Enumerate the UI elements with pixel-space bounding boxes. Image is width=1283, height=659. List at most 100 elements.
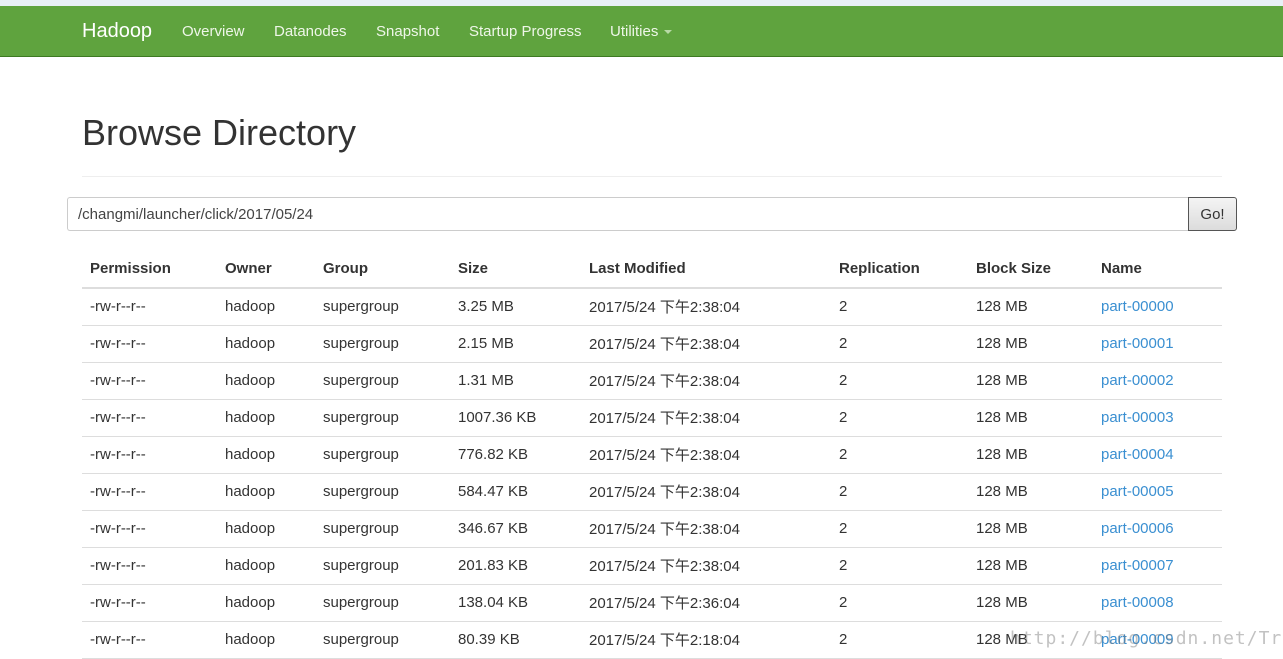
cell-name: part-00007 — [1093, 547, 1222, 585]
column-header-block-size[interactable]: Block Size — [968, 250, 1093, 289]
cell-owner: hadoop — [217, 288, 315, 326]
cell-owner: hadoop — [217, 325, 315, 363]
cell-owner: hadoop — [217, 621, 315, 659]
cell-replication: 2 — [831, 584, 968, 622]
cell-block-size: 128 MB — [968, 288, 1093, 326]
file-name-link[interactable]: part-00009 — [1101, 631, 1174, 648]
table-row: -rw-r--r-- hadoop supergroup 584.47 KB 2017/… — [82, 473, 1222, 511]
cell-block-size: 128 MB — [968, 510, 1093, 548]
table-row: -rw-r--r-- hadoop supergroup 80.39 KB 2017/5… — [82, 621, 1222, 659]
file-name-link[interactable]: part-00007 — [1101, 557, 1174, 574]
cell-size: 776.82 KB — [450, 436, 581, 474]
cell-replication: 2 — [831, 473, 968, 511]
cell-name: part-00002 — [1093, 362, 1222, 400]
file-name-link[interactable]: part-00002 — [1101, 372, 1174, 389]
cell-group: supergroup — [315, 621, 450, 659]
cell-replication: 2 — [831, 288, 968, 326]
cell-permission: -rw-r--r-- — [82, 362, 217, 400]
cell-replication: 2 — [831, 325, 968, 363]
table-row: -rw-r--r-- hadoop supergroup 138.04 KB 2017/… — [82, 584, 1222, 622]
column-header-last-modified[interactable]: Last Modified — [581, 250, 831, 289]
cell-permission: -rw-r--r-- — [82, 473, 217, 511]
go-button[interactable]: Go! — [1188, 197, 1237, 231]
nav-item-snapshot[interactable]: Snapshot — [376, 23, 439, 41]
cell-owner: hadoop — [217, 510, 315, 548]
column-header-name[interactable]: Name — [1093, 250, 1222, 289]
cell-size: 584.47 KB — [450, 473, 581, 511]
cell-name: part-00001 — [1093, 325, 1222, 363]
cell-permission: -rw-r--r-- — [82, 325, 217, 363]
cell-last-modified: 2017/5/24 下午2:38:04 — [581, 288, 831, 326]
column-header-group[interactable]: Group — [315, 250, 450, 289]
file-table-body: -rw-r--r-- hadoop supergroup 3.25 MB 2017/5/… — [82, 288, 1222, 659]
cell-last-modified: 2017/5/24 下午2:38:04 — [581, 473, 831, 511]
cell-name: part-00003 — [1093, 399, 1222, 437]
cell-group: supergroup — [315, 288, 450, 326]
brand-link[interactable]: Hadoop — [82, 20, 152, 43]
table-row: -rw-r--r-- hadoop supergroup 3.25 MB 2017/5/… — [82, 288, 1222, 326]
cell-size: 1007.36 KB — [450, 399, 581, 437]
file-name-link[interactable]: part-00008 — [1101, 594, 1174, 611]
column-header-permission[interactable]: Permission — [82, 250, 217, 289]
file-name-link[interactable]: part-00004 — [1101, 446, 1174, 463]
column-header-owner[interactable]: Owner — [217, 250, 315, 289]
cell-permission: -rw-r--r-- — [82, 510, 217, 548]
directory-path-input[interactable] — [67, 197, 1189, 231]
cell-last-modified: 2017/5/24 下午2:38:04 — [581, 547, 831, 585]
file-name-link[interactable]: part-00001 — [1101, 335, 1174, 352]
cell-name: part-00009 — [1093, 621, 1222, 659]
cell-last-modified: 2017/5/24 下午2:38:04 — [581, 436, 831, 474]
cell-name: part-00008 — [1093, 584, 1222, 622]
cell-replication: 2 — [831, 362, 968, 400]
cell-group: supergroup — [315, 510, 450, 548]
cell-last-modified: 2017/5/24 下午2:38:04 — [581, 325, 831, 363]
cell-owner: hadoop — [217, 436, 315, 474]
nav-item-datanodes[interactable]: Datanodes — [274, 23, 347, 41]
cell-name: part-00006 — [1093, 510, 1222, 548]
table-row: -rw-r--r-- hadoop supergroup 776.82 KB 2017/… — [82, 436, 1222, 474]
nav-item-overview[interactable]: Overview — [182, 23, 245, 41]
cell-block-size: 128 MB — [968, 547, 1093, 585]
cell-group: supergroup — [315, 547, 450, 585]
nav-link-utilities[interactable]: Utilities — [610, 23, 658, 40]
nav-link-overview[interactable]: Overview — [182, 23, 245, 40]
cell-permission: -rw-r--r-- — [82, 584, 217, 622]
page-title: Browse Directory — [82, 112, 357, 153]
table-row: -rw-r--r-- hadoop supergroup 201.83 KB 2017/… — [82, 547, 1222, 585]
cell-permission: -rw-r--r-- — [82, 547, 217, 585]
top-navbar: Hadoop Overview Datanodes Snapshot Start… — [0, 0, 1283, 57]
cell-size: 1.31 MB — [450, 362, 581, 400]
title-divider — [82, 176, 1222, 177]
cell-owner: hadoop — [217, 473, 315, 511]
cell-group: supergroup — [315, 325, 450, 363]
cell-block-size: 128 MB — [968, 473, 1093, 511]
table-row: -rw-r--r-- hadoop supergroup 1.31 MB 2017/5/… — [82, 362, 1222, 400]
table-header-row: Permission Owner Group Size Last Modifie… — [82, 250, 1222, 289]
nav-item-utilities[interactable]: Utilities — [610, 23, 673, 41]
file-name-link[interactable]: part-00000 — [1101, 298, 1174, 315]
cell-permission: -rw-r--r-- — [82, 621, 217, 659]
file-name-link[interactable]: part-00003 — [1101, 409, 1174, 426]
nav-link-datanodes[interactable]: Datanodes — [274, 23, 347, 40]
cell-size: 346.67 KB — [450, 510, 581, 548]
cell-name: part-00004 — [1093, 436, 1222, 474]
cell-block-size: 128 MB — [968, 621, 1093, 659]
file-name-link[interactable]: part-00005 — [1101, 483, 1174, 500]
cell-block-size: 128 MB — [968, 325, 1093, 363]
cell-size: 138.04 KB — [450, 584, 581, 622]
cell-last-modified: 2017/5/24 下午2:36:04 — [581, 584, 831, 622]
cell-permission: -rw-r--r-- — [82, 436, 217, 474]
file-name-link[interactable]: part-00006 — [1101, 520, 1174, 537]
cell-group: supergroup — [315, 362, 450, 400]
cell-last-modified: 2017/5/24 下午2:18:04 — [581, 621, 831, 659]
nav-link-snapshot[interactable]: Snapshot — [376, 23, 439, 40]
column-header-replication[interactable]: Replication — [831, 250, 968, 289]
cell-last-modified: 2017/5/24 下午2:38:04 — [581, 362, 831, 400]
cell-size: 80.39 KB — [450, 621, 581, 659]
cell-last-modified: 2017/5/24 下午2:38:04 — [581, 510, 831, 548]
nav-item-startup-progress[interactable]: Startup Progress — [469, 23, 582, 41]
nav-link-startup-progress[interactable]: Startup Progress — [469, 23, 582, 40]
cell-owner: hadoop — [217, 362, 315, 400]
caret-down-icon — [664, 29, 673, 34]
column-header-size[interactable]: Size — [450, 250, 581, 289]
